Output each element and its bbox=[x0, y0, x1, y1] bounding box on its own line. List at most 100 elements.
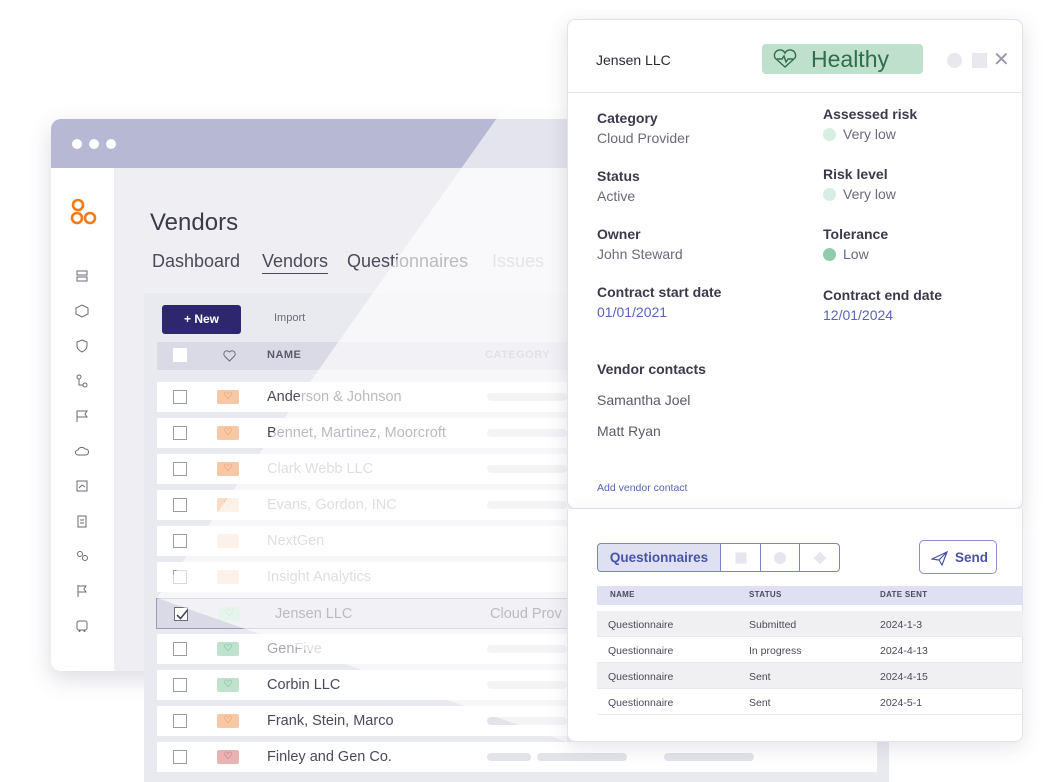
tolerance-dot-icon bbox=[823, 248, 836, 261]
tab-diamond[interactable] bbox=[800, 543, 840, 572]
heart-icon: ♡ bbox=[217, 642, 239, 656]
row-checkbox[interactable] bbox=[173, 570, 187, 584]
heart-icon: ♡ bbox=[217, 462, 239, 476]
row-checkbox[interactable] bbox=[173, 462, 187, 476]
risk-dot-icon bbox=[823, 188, 836, 201]
window-dot bbox=[89, 139, 99, 149]
row-checkbox[interactable] bbox=[173, 426, 187, 440]
q-name: Questionnaire bbox=[608, 645, 674, 657]
heartbeat-icon bbox=[773, 49, 797, 68]
tab-dashboard[interactable]: Dashboard bbox=[152, 251, 240, 272]
q-column-date-sent[interactable]: DATE SENT bbox=[880, 590, 927, 599]
vendors-icon[interactable] bbox=[75, 549, 89, 563]
vendor-name: Frank, Stein, Marco bbox=[267, 713, 394, 729]
flag-icon[interactable] bbox=[75, 584, 89, 598]
flag-chat-icon[interactable] bbox=[75, 409, 89, 423]
vendor-name: NextGen bbox=[267, 533, 325, 549]
row-checkbox[interactable] bbox=[173, 534, 187, 548]
placeholder-bar bbox=[487, 501, 567, 509]
contact-item[interactable]: Matt Ryan bbox=[597, 423, 661, 439]
new-button[interactable]: + New bbox=[162, 305, 241, 334]
circle-icon[interactable] bbox=[947, 53, 962, 68]
placeholder-bar bbox=[487, 645, 567, 653]
q-date: 2024-5-1 bbox=[880, 697, 923, 709]
placeholder-bar bbox=[487, 681, 567, 689]
tab-questionnaires-panel[interactable]: Questionnaires bbox=[597, 543, 721, 572]
cloud-icon[interactable] bbox=[75, 444, 90, 458]
row-checkbox[interactable] bbox=[173, 678, 187, 692]
heart-icon: ♡ bbox=[217, 714, 239, 728]
vendor-name: Finley and Gen Co. bbox=[267, 749, 392, 765]
vendor-name: Evans, Gordon, INC bbox=[267, 497, 397, 513]
shield-icon[interactable] bbox=[75, 339, 89, 353]
page-title: Vendors bbox=[150, 209, 239, 236]
placeholder-bar bbox=[487, 429, 567, 437]
clipboard-icon[interactable] bbox=[75, 514, 89, 528]
workflow-icon[interactable] bbox=[75, 374, 89, 388]
placeholder-bar bbox=[487, 465, 567, 473]
row-checkbox[interactable] bbox=[173, 714, 187, 728]
close-icon[interactable]: ✕ bbox=[993, 50, 1010, 70]
questionnaire-row[interactable]: Questionnaire Sent 2024-4-15 bbox=[597, 663, 1023, 689]
placeholder-bar bbox=[664, 753, 754, 761]
row-checkbox[interactable] bbox=[173, 750, 187, 764]
vendor-category: Cloud Prov bbox=[490, 606, 562, 622]
q-name: Questionnaire bbox=[608, 671, 674, 683]
column-header-category[interactable]: CATEGORY bbox=[485, 349, 550, 361]
q-status: Submitted bbox=[749, 619, 797, 631]
tab-issues[interactable]: Issues bbox=[492, 251, 544, 272]
select-all-checkbox[interactable] bbox=[173, 348, 187, 362]
risk-level-value: Very low bbox=[823, 186, 896, 202]
window-dot bbox=[72, 139, 82, 149]
q-status: Sent bbox=[749, 671, 771, 683]
questionnaire-row[interactable]: Questionnaire Sent 2024-5-1 bbox=[597, 689, 1023, 715]
bus-icon[interactable] bbox=[75, 619, 89, 633]
vendor-name: GenFive bbox=[267, 641, 322, 657]
box-icon[interactable] bbox=[75, 304, 89, 318]
vendor-name: Jensen LLC bbox=[275, 606, 353, 622]
row-checkbox[interactable] bbox=[173, 642, 187, 656]
tab-vendors[interactable]: Vendors bbox=[262, 251, 329, 274]
tab-circle[interactable] bbox=[761, 543, 800, 572]
status-value: Active bbox=[597, 188, 636, 204]
contract-start-value[interactable]: 01/01/2021 bbox=[597, 304, 667, 320]
questionnaire-table-header bbox=[597, 586, 1023, 605]
square-icon[interactable] bbox=[972, 53, 987, 68]
add-vendor-contact-link[interactable]: Add vendor contact bbox=[597, 482, 687, 494]
heart-icon: ♡ bbox=[217, 498, 239, 512]
send-button[interactable]: Send bbox=[919, 540, 997, 574]
row-checkbox-checked[interactable] bbox=[174, 607, 189, 621]
q-column-status[interactable]: STATUS bbox=[749, 590, 782, 599]
contract-start-label: Contract start date bbox=[597, 284, 722, 300]
tab-questionnaires[interactable]: Questionnaires bbox=[347, 251, 468, 272]
tab-square[interactable] bbox=[721, 543, 761, 572]
q-name: Questionnaire bbox=[608, 619, 674, 631]
sidebar bbox=[51, 168, 114, 671]
report-icon[interactable] bbox=[75, 479, 89, 493]
import-button[interactable]: Import bbox=[274, 312, 305, 324]
server-icon[interactable] bbox=[75, 269, 89, 283]
assessed-risk-value: Very low bbox=[823, 126, 896, 142]
row-checkbox[interactable] bbox=[173, 390, 187, 404]
diamond-icon bbox=[813, 551, 826, 564]
contact-item[interactable]: Samantha Joel bbox=[597, 392, 690, 408]
placeholder-bar bbox=[487, 393, 567, 401]
row-checkbox[interactable] bbox=[173, 498, 187, 512]
logo-icon[interactable] bbox=[70, 198, 98, 226]
vendor-name: Clark Webb LLC bbox=[267, 461, 374, 477]
assessed-risk-label: Assessed risk bbox=[823, 106, 918, 122]
q-status: In progress bbox=[749, 645, 802, 657]
health-status-label: Healthy bbox=[811, 46, 889, 72]
q-column-name[interactable]: NAME bbox=[610, 590, 635, 599]
status-label: Status bbox=[597, 168, 640, 184]
broken-heart-icon: ♡ bbox=[217, 750, 239, 764]
health-column-icon bbox=[223, 350, 236, 362]
contract-end-value[interactable]: 12/01/2024 bbox=[823, 307, 893, 323]
questionnaire-row[interactable]: Questionnaire In progress 2024-4-13 bbox=[597, 637, 1023, 663]
questionnaire-row[interactable]: Questionnaire Submitted 2024-1-3 bbox=[597, 611, 1023, 637]
vendor-name: Bennet, Martinez, Moorcroft bbox=[267, 425, 446, 441]
column-header-name[interactable]: NAME bbox=[267, 349, 301, 361]
table-row[interactable]: ♡ Finley and Gen Co. bbox=[157, 742, 877, 772]
assessed-risk-text: Very low bbox=[843, 126, 896, 142]
window-dot bbox=[106, 139, 116, 149]
